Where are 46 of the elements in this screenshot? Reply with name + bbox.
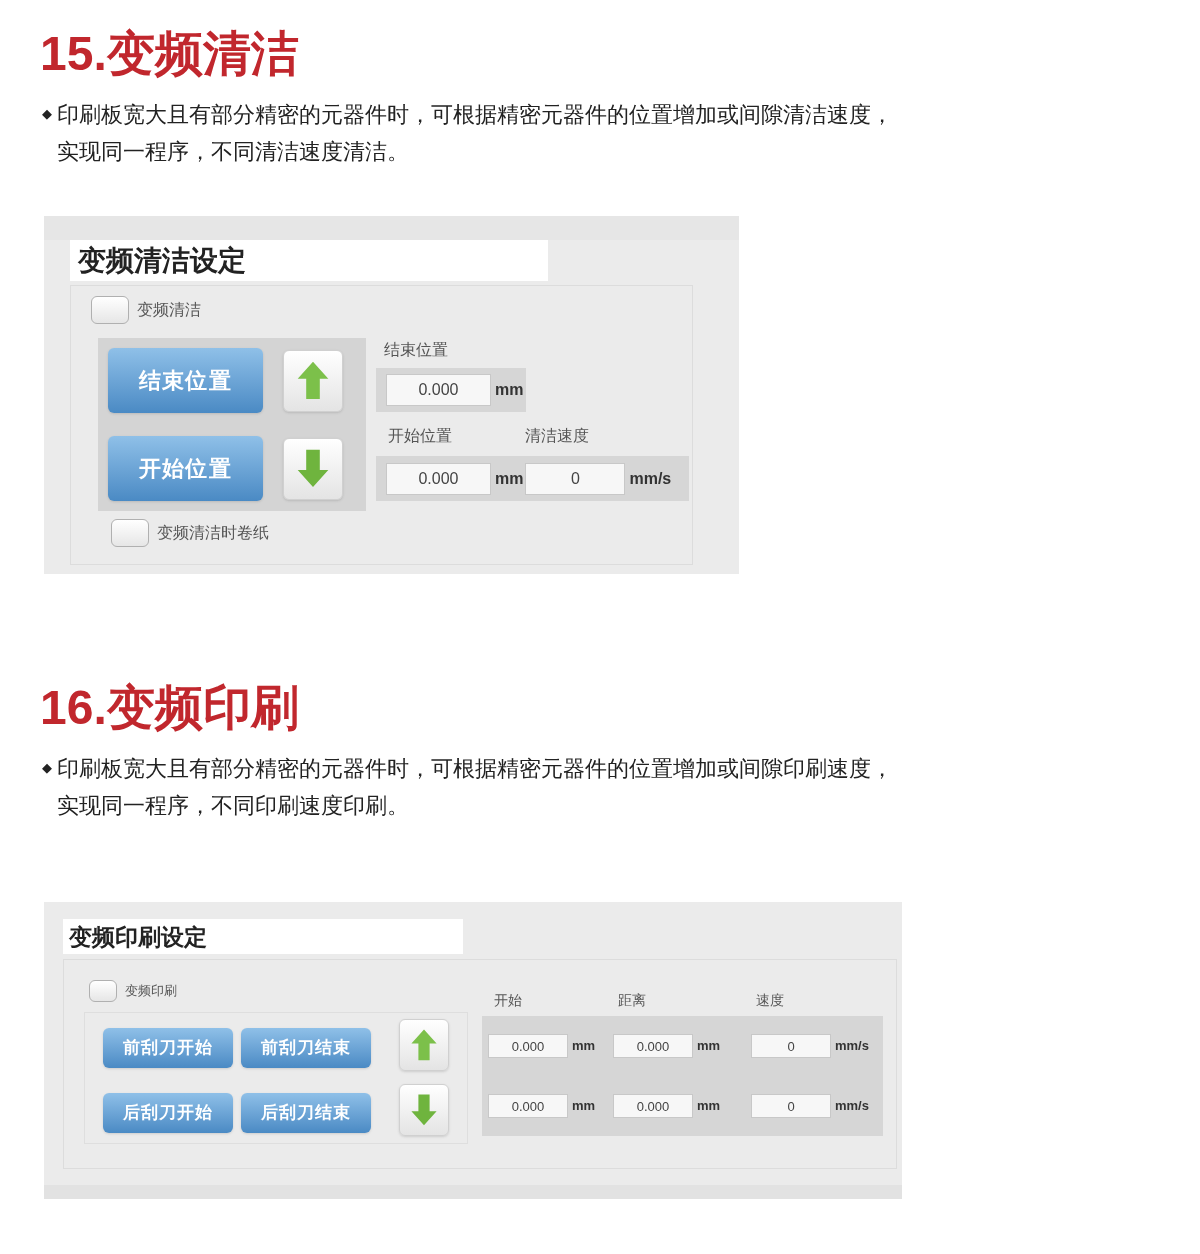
down-arrow-icon — [296, 448, 330, 489]
move-down-button[interactable] — [283, 437, 343, 500]
number-field[interactable]: 0.000 — [613, 1094, 693, 1118]
number-field[interactable]: 0.000 — [488, 1034, 568, 1058]
checkbox-label: 变频印刷 — [125, 982, 177, 1001]
number-field[interactable]: 0 — [751, 1034, 831, 1058]
number-field[interactable]: 0.000 — [386, 462, 491, 495]
bullet-icon: ◆ — [42, 96, 57, 170]
field-label: 清洁速度 — [525, 426, 589, 446]
move-down-button[interactable] — [399, 1084, 449, 1136]
unit-label: mm — [572, 1037, 596, 1056]
unit-label: mm — [495, 468, 524, 489]
up-arrow-icon — [410, 1028, 438, 1062]
checkbox[interactable] — [111, 519, 149, 547]
number-field[interactable]: 0.000 — [488, 1094, 568, 1118]
description-text: 印刷板宽大且有部分精密的元器件时，可根据精密元器件的位置增加或间隙印刷速度， 实现同一程序，不同印刷速度印刷。 — [57, 755, 893, 820]
down-arrow-icon — [410, 1093, 438, 1127]
number-field[interactable]: 0 — [525, 462, 626, 495]
number-field[interactable]: 0.000 — [386, 374, 491, 406]
unit-label: mm/s — [835, 1097, 869, 1116]
checkbox[interactable] — [89, 980, 117, 1002]
up-arrow-icon — [296, 360, 330, 401]
number-field[interactable]: 0.000 — [613, 1034, 693, 1058]
field-label: 结束位置 — [384, 340, 449, 360]
field-label: 开始位置 — [388, 426, 453, 446]
unit-label: mm — [572, 1097, 596, 1116]
move-up-button[interactable] — [283, 349, 343, 412]
number-field[interactable]: 0 — [751, 1094, 831, 1118]
unit-label: mm — [697, 1037, 721, 1056]
section-heading: 16.变频印刷 — [40, 680, 300, 736]
column-label: 开始 — [494, 991, 523, 1010]
checkbox[interactable] — [91, 296, 129, 324]
column-label: 距离 — [618, 991, 647, 1010]
panel-title: 变频印刷设定 — [63, 919, 463, 954]
unit-label: mm — [697, 1097, 721, 1116]
section-heading: 15.变频清洁 — [40, 26, 300, 82]
panel-title: 变频清洁设定 — [70, 240, 548, 281]
unit-label: mm — [495, 380, 524, 400]
description-text: 印刷板宽大且有部分精密的元器件时，可根据精密元器件的位置增加或间隙清洁速度， 实现同一程序，不同清洁速度清洁。 — [57, 101, 893, 166]
checkbox-label: 变频清洁 — [137, 300, 201, 320]
bullet-icon: ◆ — [42, 750, 57, 824]
unit-label: mm/s — [835, 1037, 869, 1056]
unit-label: mm/s — [629, 468, 672, 489]
column-label: 速度 — [756, 991, 785, 1010]
checkbox-label: 变频清洁时卷纸 — [157, 523, 269, 543]
move-up-button[interactable] — [399, 1019, 449, 1071]
